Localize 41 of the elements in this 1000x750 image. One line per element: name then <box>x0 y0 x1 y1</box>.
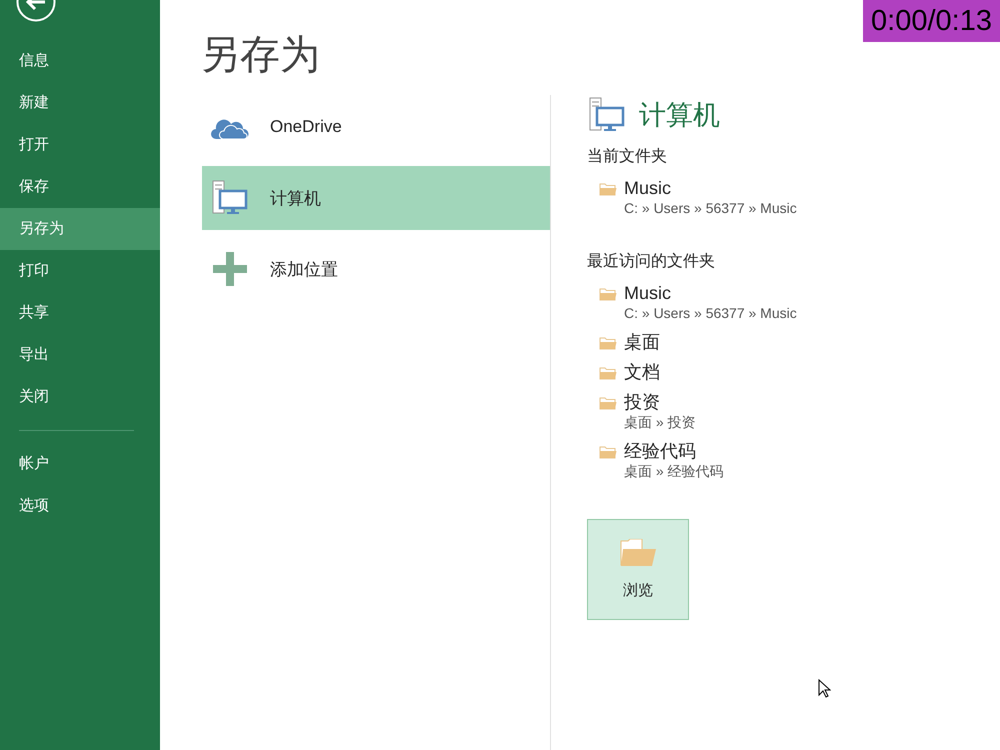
folder-icon <box>599 287 617 301</box>
folder-name: 文档 <box>624 361 660 383</box>
panel-title: 计算机 <box>639 99 720 132</box>
folder-path: 桌面 » 投资 <box>624 413 696 432</box>
folder-icon <box>599 366 617 380</box>
open-folder-icon <box>620 539 656 567</box>
save-location-item[interactable]: 添加位置 <box>202 237 550 301</box>
menu-item[interactable]: 另存为 <box>0 208 160 250</box>
menu-item[interactable]: 信息 <box>0 40 160 82</box>
menu-item[interactable]: 关闭 <box>0 376 160 418</box>
folder-icon <box>599 396 617 410</box>
menu-item[interactable]: 保存 <box>0 166 160 208</box>
folder-name: 经验代码 <box>624 440 697 462</box>
menu-item[interactable]: 打开 <box>0 124 160 166</box>
computer-icon <box>589 97 625 133</box>
computer-icon <box>212 180 248 216</box>
menu-item[interactable]: 共享 <box>0 292 160 334</box>
video-timer: 0:00/0:13 <box>863 0 1000 42</box>
folder-path: 桌面 » 经验代码 <box>624 462 724 481</box>
folder-icon <box>599 445 617 459</box>
section-heading: 当前文件夹 <box>587 146 668 167</box>
menu-item[interactable]: 帐户 <box>0 443 160 485</box>
mouse-pointer-icon <box>818 679 831 698</box>
folder-name: 投资 <box>624 391 661 413</box>
plus-icon <box>213 252 247 286</box>
folder-path: C: » Users » 56377 » Music <box>624 199 797 218</box>
menu-item[interactable]: 新建 <box>0 82 160 124</box>
save-location-item[interactable]: 计算机 <box>202 166 550 230</box>
menu-item[interactable]: 打印 <box>0 250 160 292</box>
section-heading: 最近访问的文件夹 <box>587 252 716 272</box>
browse-button[interactable]: 浏览 <box>587 519 689 620</box>
menu-item[interactable]: 选项 <box>0 485 160 527</box>
folder-path: C: » Users » 56377 » Music <box>624 304 797 323</box>
menu-item[interactable]: 导出 <box>0 334 160 376</box>
folder-icon <box>599 182 617 196</box>
folder-icon <box>599 336 617 350</box>
folder-name: 桌面 <box>624 331 660 353</box>
folder-name: Music <box>624 282 672 304</box>
save-location-item[interactable]: OneDrive <box>202 95 550 159</box>
page-title: 另存为 <box>200 32 321 79</box>
folder-name: Music <box>624 177 672 199</box>
